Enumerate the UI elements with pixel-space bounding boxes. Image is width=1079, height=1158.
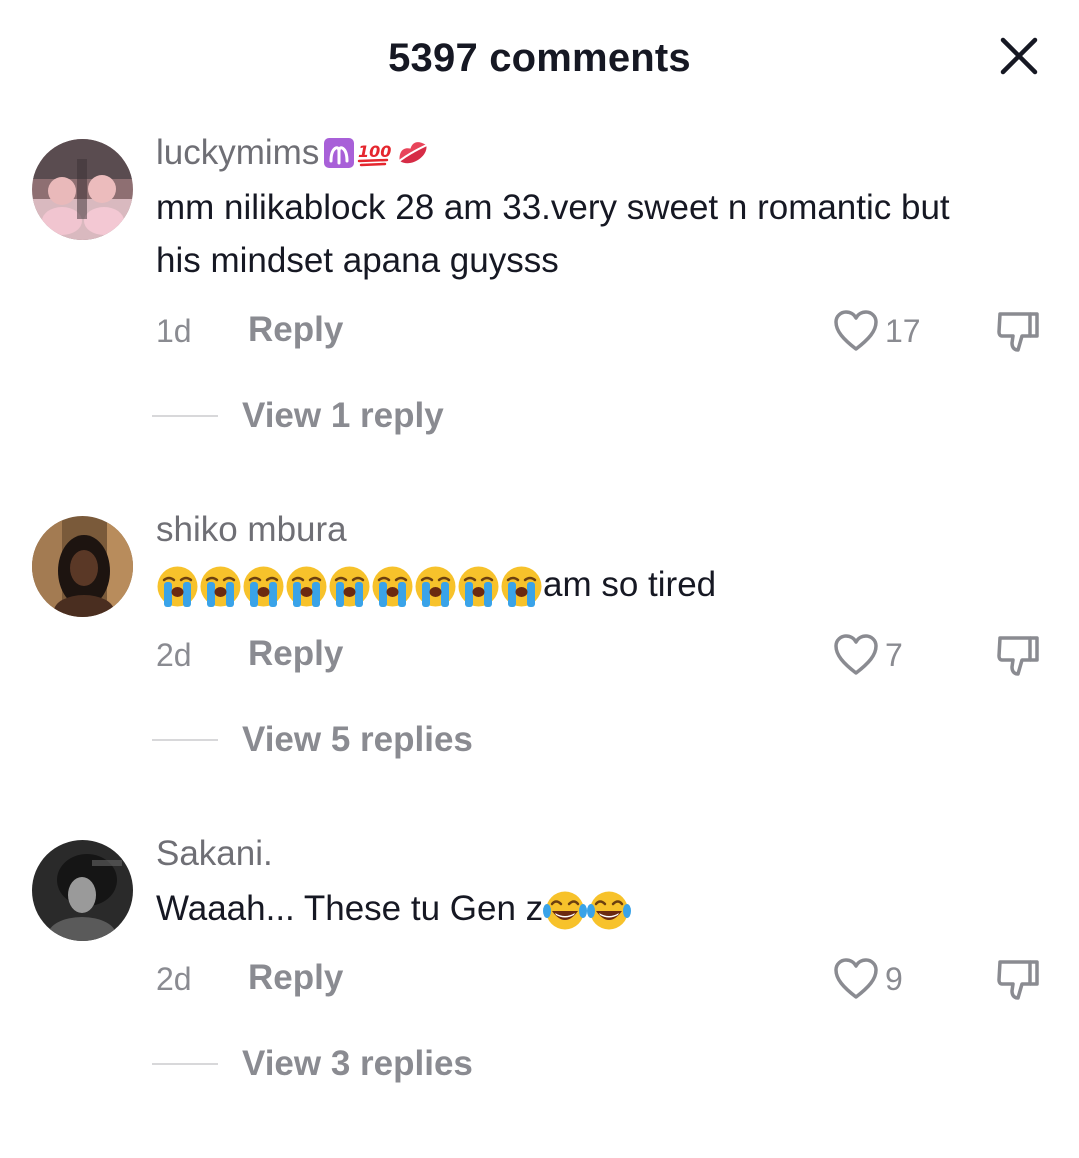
like-count: 7 [885, 636, 903, 673]
heart-outline-icon [834, 958, 878, 999]
avatar[interactable] [32, 840, 133, 941]
dislike-button[interactable] [994, 309, 1042, 355]
loudly-crying-face-icon [286, 566, 327, 608]
loudly-crying-face-icon [329, 566, 370, 608]
divider [152, 1063, 218, 1065]
comment-text-content: am so tired [543, 565, 717, 604]
divider [152, 739, 218, 741]
dislike-button[interactable] [994, 957, 1042, 1003]
comment-text-line: Waaah... These tu Gen z [156, 882, 1056, 935]
divider [152, 415, 218, 417]
like-button[interactable]: 7 [833, 633, 903, 677]
hundred-points-icon: 100 [358, 142, 392, 167]
comment-username[interactable]: shiko mbura [156, 510, 347, 550]
like-button[interactable]: 9 [833, 957, 903, 1001]
comment-text-line: am so tired [156, 558, 1056, 611]
like-count: 9 [885, 960, 903, 997]
like-button[interactable]: 17 [833, 309, 921, 353]
thumbs-down-icon [997, 312, 1039, 352]
username-text: shiko mbura [156, 510, 347, 549]
heart-outline-icon [834, 310, 878, 351]
kiss-mark-icon [399, 142, 427, 164]
reply-button[interactable]: Reply [248, 634, 343, 674]
dislike-button[interactable] [994, 633, 1042, 679]
thumbs-down-icon [997, 636, 1039, 676]
loudly-crying-face-icon [372, 566, 413, 608]
heart-outline-icon [834, 634, 878, 675]
view-replies-button[interactable]: View 1 reply [152, 396, 444, 436]
comment-username[interactable]: Sakani. [156, 834, 273, 874]
view-replies-button[interactable]: View 3 replies [152, 1044, 473, 1084]
username-text: luckymims [156, 133, 320, 172]
comment-timestamp: 1d [156, 313, 192, 349]
comment-text: mm nilikablock 28 am 33.very sweet n rom… [156, 181, 1056, 287]
view-replies-label: View 1 reply [242, 396, 444, 435]
comments-sheet: 5397 comments luckymims 100 mm nilikablo… [0, 0, 1079, 1158]
loudly-crying-face-icon [200, 566, 241, 608]
reply-button[interactable]: Reply [248, 958, 343, 998]
close-icon [1000, 37, 1038, 75]
thumbs-down-icon [997, 960, 1039, 1000]
close-button[interactable] [996, 33, 1042, 79]
comment-timestamp: 2d [156, 961, 192, 997]
comment-text: am so tired [156, 558, 1056, 611]
loudly-crying-face-icon [415, 566, 456, 608]
emoji-sequence [543, 889, 632, 932]
comment-username[interactable]: luckymims 100 [156, 133, 431, 173]
like-count: 17 [885, 312, 921, 349]
aries-sign-icon [324, 138, 355, 168]
emoji-sequence [156, 565, 543, 608]
comments-count-title: 5397 comments [388, 36, 691, 80]
loudly-crying-face-icon [458, 566, 499, 608]
loudly-crying-face-icon [157, 566, 198, 608]
avatar[interactable] [32, 516, 133, 617]
comment-text: Waaah... These tu Gen z [156, 882, 1056, 935]
loudly-crying-face-icon [243, 566, 284, 608]
face-with-tears-of-joy-icon [587, 891, 632, 930]
comment-text-line: his mindset apana guysss [156, 241, 559, 280]
comment-text-content: Waaah... These tu Gen z [156, 889, 544, 928]
username-emojis: 100 [323, 137, 431, 169]
comment-timestamp: 2d [156, 637, 192, 673]
reply-button[interactable]: Reply [248, 310, 343, 350]
loudly-crying-face-icon [501, 566, 542, 608]
view-replies-label: View 3 replies [242, 1044, 473, 1083]
username-text: Sakani. [156, 834, 273, 873]
svg-text:100: 100 [358, 142, 391, 161]
view-replies-label: View 5 replies [242, 720, 473, 759]
avatar[interactable] [32, 139, 133, 240]
face-with-tears-of-joy-icon [543, 891, 588, 930]
comment-text-line: mm nilikablock 28 am 33.very sweet n rom… [156, 188, 950, 227]
view-replies-button[interactable]: View 5 replies [152, 720, 473, 760]
